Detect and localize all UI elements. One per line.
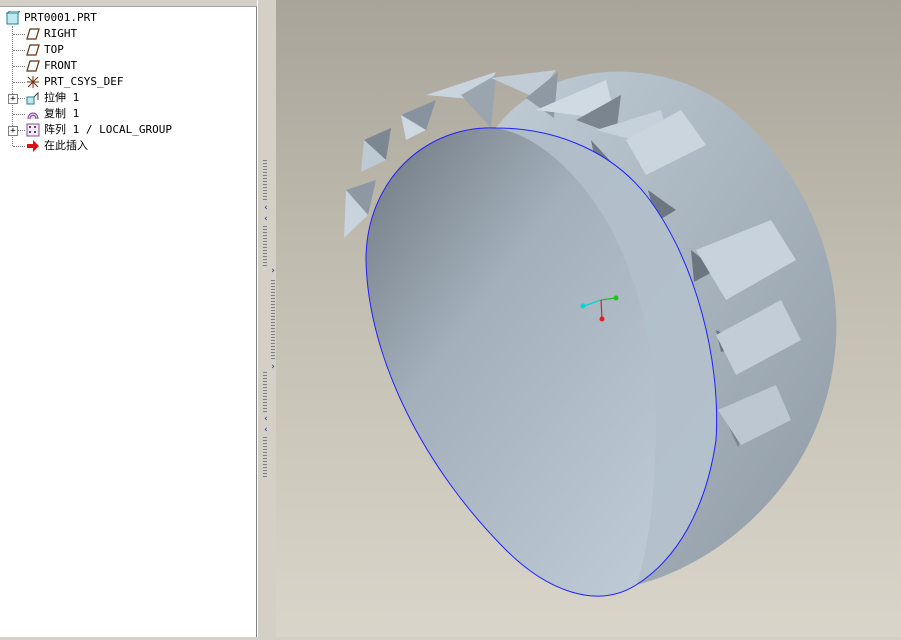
part-icon — [5, 10, 22, 25]
sash-grip — [271, 280, 275, 360]
tree-connector-line — [13, 66, 25, 67]
tree-connector-line — [13, 82, 25, 83]
tree-item-label: 在此插入 — [44, 139, 88, 152]
collapse-left-button-3[interactable]: ‹ — [262, 414, 270, 424]
tree-item-label: 拉伸 1 — [44, 91, 80, 104]
tree-connector-line — [13, 50, 25, 51]
copy-feature-icon — [26, 107, 40, 121]
sash-grip — [263, 226, 267, 266]
ring-model — [344, 70, 837, 597]
panel-sash[interactable]: ‹ ‹ › › ‹ ‹ — [257, 0, 276, 637]
expand-toggle-pattern[interactable]: + — [8, 126, 18, 136]
tree-item-pattern[interactable]: 阵列 1 / LOCAL_GROUP — [26, 122, 226, 138]
tree-item-extrude[interactable]: 拉伸 1 — [26, 90, 226, 106]
tree-item-copy[interactable]: 复制 1 — [26, 106, 226, 122]
sash-grip — [263, 437, 267, 477]
tree-item-label: PRT_CSYS_DEF — [44, 75, 124, 88]
tree-root-part[interactable]: PRT0001.PRT — [5, 10, 206, 26]
datum-plane-icon — [26, 43, 40, 57]
tree-item-label: 阵列 1 / LOCAL_GROUP — [44, 123, 172, 136]
tree-connector-line — [13, 114, 25, 115]
collapse-left-button-4[interactable]: ‹ — [262, 425, 270, 435]
collapse-left-button[interactable]: ‹ — [262, 203, 270, 213]
datum-plane-icon — [26, 27, 40, 41]
model-tree-panel: PRT0001.PRT RIGHT TOP FRONT PRT_CSYS_DEF… — [0, 0, 257, 637]
insert-here-arrow-icon — [26, 139, 40, 153]
sash-grip — [263, 372, 267, 412]
datum-plane-icon — [26, 59, 40, 73]
tree-item-right-plane[interactable]: RIGHT — [26, 26, 226, 42]
tree-item-label: TOP — [44, 43, 64, 56]
tree-root-label: PRT0001.PRT — [24, 11, 97, 24]
tree-connector-line — [13, 146, 25, 147]
coordinate-system-icon — [26, 75, 40, 89]
tree-item-insert-here[interactable]: 在此插入 — [26, 138, 226, 154]
collapse-left-button-2[interactable]: ‹ — [262, 214, 270, 224]
tree-connector-line — [13, 34, 25, 35]
extrude-icon — [26, 91, 40, 105]
tree-item-top-plane[interactable]: TOP — [26, 42, 226, 58]
pattern-icon — [26, 123, 40, 137]
tree-item-label: FRONT — [44, 59, 78, 72]
tree-item-front-plane[interactable]: FRONT — [26, 58, 226, 74]
tree-connector-line — [18, 130, 25, 131]
tree-item-csys[interactable]: PRT_CSYS_DEF — [26, 74, 226, 90]
tree-connector-line — [18, 98, 25, 99]
graphics-viewport[interactable] — [276, 0, 901, 637]
tree-item-label: 复制 1 — [44, 107, 80, 120]
tree-item-label: RIGHT — [44, 27, 78, 40]
expand-toggle-extrude[interactable]: + — [8, 94, 18, 104]
model-tree-header-bar — [0, 0, 257, 7]
sash-grip — [263, 160, 267, 200]
